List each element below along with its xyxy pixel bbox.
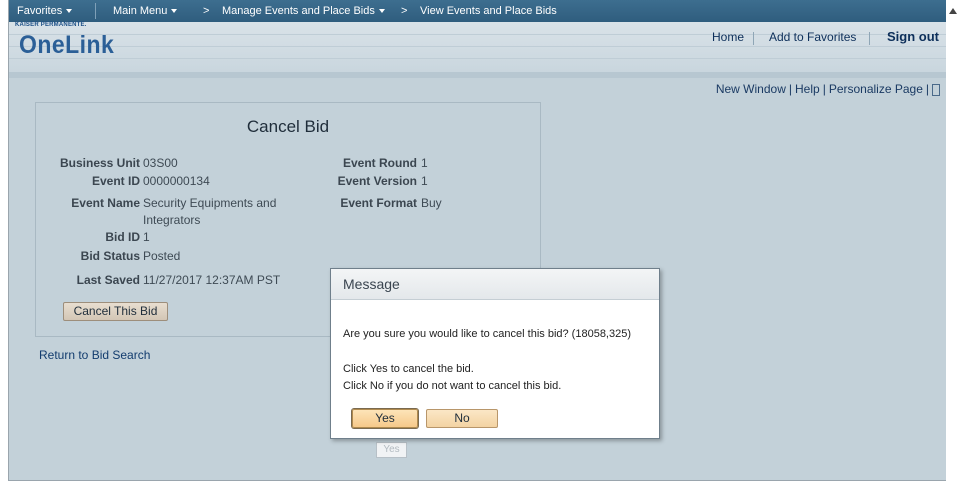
bid-status-label: Bid Status: [80, 249, 140, 263]
dialog-title: Message: [343, 276, 400, 292]
top-nav-bar: Favorites Main Menu > Manage Events and …: [9, 0, 946, 22]
onelink-logo: OneLink: [19, 31, 115, 59]
dialog-line2: Click No if you do not want to cancel th…: [343, 380, 562, 392]
personalize-page-link[interactable]: Personalize Page: [829, 82, 923, 96]
event-round-value: 1: [421, 156, 428, 170]
breadcrumb-manage-events[interactable]: Manage Events and Place Bids: [222, 5, 385, 17]
bid-id-value: 1: [143, 230, 150, 244]
page-links: New Window | Help | Personalize Page |: [716, 82, 940, 96]
event-version-label: Event Version: [337, 174, 417, 188]
event-version-value: 1: [421, 174, 428, 188]
kaiser-logo-text: KAISER PERMANENTE.: [15, 22, 87, 28]
breadcrumb-chevron-icon: >: [401, 5, 408, 17]
app-window: Favorites Main Menu > Manage Events and …: [8, 0, 946, 481]
business-unit-label: Business Unit: [59, 156, 140, 170]
chevron-down-icon: [378, 9, 385, 14]
home-link[interactable]: Home: [712, 30, 744, 44]
event-id-label: Event ID: [91, 174, 140, 188]
last-saved-value: 11/27/2017 12:37AM PST: [143, 273, 281, 287]
ghost-yes-button: Yes: [376, 442, 407, 458]
favorites-menu[interactable]: Favorites: [17, 5, 73, 17]
new-window-link[interactable]: New Window: [716, 82, 786, 96]
help-link[interactable]: Help: [795, 82, 820, 96]
chevron-down-icon: [171, 9, 178, 14]
event-name-line1: Security Equipments and: [143, 196, 277, 210]
event-id-value: 0000000134: [143, 174, 210, 188]
dialog-line1: Click Yes to cancel the bid.: [343, 363, 474, 375]
link-divider: [869, 32, 870, 45]
breadcrumb-chevron-icon: >: [203, 5, 210, 17]
business-unit-value: 03S00: [143, 156, 178, 170]
page-title: Cancel Bid: [246, 117, 330, 136]
vertical-scrollbar[interactable]: [946, 0, 960, 480]
chevron-down-icon: [66, 9, 73, 14]
header-sub-bar: [9, 72, 946, 78]
link-divider: [753, 32, 754, 45]
last-saved-label: Last Saved: [76, 273, 140, 287]
scroll-up-icon[interactable]: [949, 8, 957, 14]
no-button[interactable]: No: [426, 409, 498, 428]
nav-divider: [95, 3, 96, 19]
breadcrumb-view-events[interactable]: View Events and Place Bids: [420, 5, 557, 17]
page-icon[interactable]: [932, 83, 940, 96]
yes-button[interactable]: Yes: [352, 409, 418, 428]
dialog-header: Message: [331, 269, 659, 300]
cancel-this-bid-button[interactable]: Cancel This Bid: [63, 302, 168, 321]
add-to-favorites-link[interactable]: Add to Favorites: [769, 30, 856, 44]
bid-status-value: Posted: [143, 249, 181, 263]
sign-out-link[interactable]: Sign out: [887, 29, 939, 44]
bid-id-label: Bid ID: [105, 230, 140, 244]
event-name-label: Event Name: [71, 196, 140, 210]
message-dialog: Message Are you sure you would like to c…: [330, 268, 660, 439]
event-name-line2: Integrators: [143, 213, 201, 227]
event-round-label: Event Round: [343, 156, 417, 170]
main-menu[interactable]: Main Menu: [113, 5, 178, 17]
return-to-bid-search-link[interactable]: Return to Bid Search: [39, 348, 150, 362]
dialog-question: Are you sure you would like to cancel th…: [343, 328, 632, 340]
event-format-value: Buy: [421, 196, 442, 210]
event-format-label: Event Format: [340, 196, 417, 210]
